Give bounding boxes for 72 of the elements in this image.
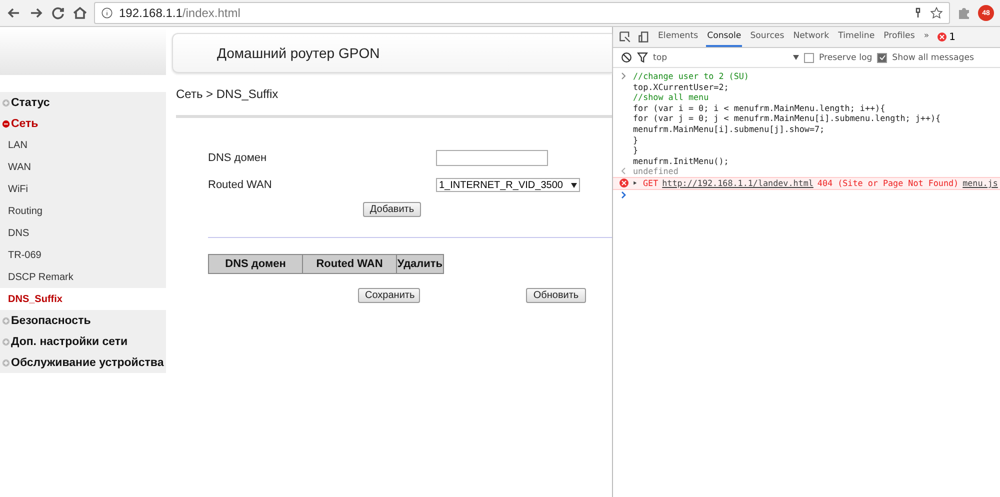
code-comment: //change user to 2 (SU) [633,71,750,82]
star-icon[interactable] [930,5,943,21]
add-button[interactable]: Добавить [362,202,422,217]
table-header-cell: Удалить [396,254,444,274]
code-line: menufrm.InitMenu(); [633,156,730,166]
code-line: for (var i = 0; i < menufrm.MainMenu.length; i++){ [633,102,886,114]
address-bar[interactable]: 192.168.1.1/index.html [94,2,950,24]
code-line: } [633,145,640,156]
code-line: top.XCurrentUser=2; [633,82,730,92]
plus-icon [2,316,10,324]
dropdown-caret-icon[interactable] [793,55,799,60]
menu-item[interactable]: TR-069 [0,244,166,266]
menu-group[interactable]: Безопасность [0,310,166,331]
error-message: 404 (Site or Page Not Found) [817,178,959,189]
refresh-button[interactable]: Обновить [526,288,586,303]
plus-icon [2,338,10,346]
plus-icon [2,98,10,106]
menu-item[interactable]: WAN [0,156,166,178]
error-source-link[interactable]: menu.js [962,178,998,189]
devtools-tab[interactable]: Console [706,27,742,47]
breadcrumb: Сеть > DNS_Suffix [176,87,280,101]
filter-icon[interactable] [637,52,648,63]
menu-item[interactable]: DNS [0,222,166,244]
error-icon [619,178,629,188]
code-comment: //show all menu [633,92,710,103]
code-line: menufrm.MainMenu[i].submenu[j].show=7; [633,124,826,135]
info-icon [101,7,113,19]
devtools-tab[interactable]: Elements [657,27,700,47]
checkbox[interactable] [877,52,888,62]
save-button[interactable]: Сохранить [358,288,420,303]
devtools-tab[interactable]: Network [792,27,830,47]
url-host: 192.168.1.1 [119,6,182,20]
code-line: } [633,134,640,146]
error-url-link[interactable]: http://192.168.1.1/landev.html [662,178,814,189]
field-label: DNS домен [208,152,268,164]
checkbox-label: Show all messages [892,52,974,62]
menu-group[interactable]: Доп. настройки сети [0,331,166,352]
puzzle-icon[interactable] [956,5,972,21]
code-line: for (var j = 0; j < menufrm.MainMenu[i].submenu.length; j++){ [633,113,941,124]
minus-icon [2,120,10,128]
reload-icon[interactable] [50,5,66,21]
menu-group[interactable]: Обслуживание устройства [0,352,166,373]
checkbox-label: Preserve log [819,52,872,62]
table-header-cell: DNS домен [208,254,303,274]
select-field[interactable]: 1_INTERNET_R_VID_3500 [436,178,580,192]
dropdown-caret-icon [571,182,577,188]
clear-icon[interactable] [621,52,632,63]
device-icon[interactable] [638,31,650,43]
plus-icon [2,358,10,366]
field-label: Routed WAN [208,179,273,191]
devtools-tab[interactable]: Timeline [837,27,876,47]
menu-item[interactable]: WiFi [0,178,166,200]
error-icon [937,32,948,42]
table-header-cell: Routed WAN [302,254,397,274]
more-tabs[interactable]: » [922,27,930,47]
menu-item[interactable]: DSCP Remark [0,266,166,288]
url-path: /index.html [182,6,240,20]
menu-item[interactable]: Routing [0,200,166,222]
input-field[interactable] [436,150,548,166]
console-result: undefined [633,166,678,177]
home-icon[interactable] [72,5,88,21]
header-title: Домашний роутер GPON [217,45,380,61]
menu-item[interactable]: LAN [0,134,166,156]
devtools-tab[interactable]: Profiles [882,27,916,47]
menu-group[interactable]: Сеть [0,113,166,134]
menu-group[interactable]: Статус [0,92,166,113]
error-count[interactable]: 1 [949,32,956,42]
inspect-icon[interactable] [619,31,631,43]
context-select[interactable]: top [653,52,788,62]
devtools-tab[interactable]: Sources [749,27,786,47]
checkbox[interactable] [804,52,814,62]
error-method: GET [643,178,658,189]
